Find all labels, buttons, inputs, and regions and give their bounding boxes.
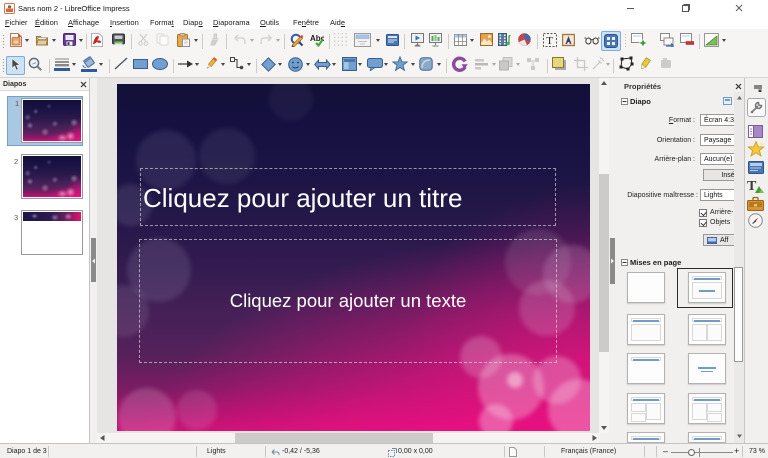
svg-text:T: T (747, 179, 757, 194)
